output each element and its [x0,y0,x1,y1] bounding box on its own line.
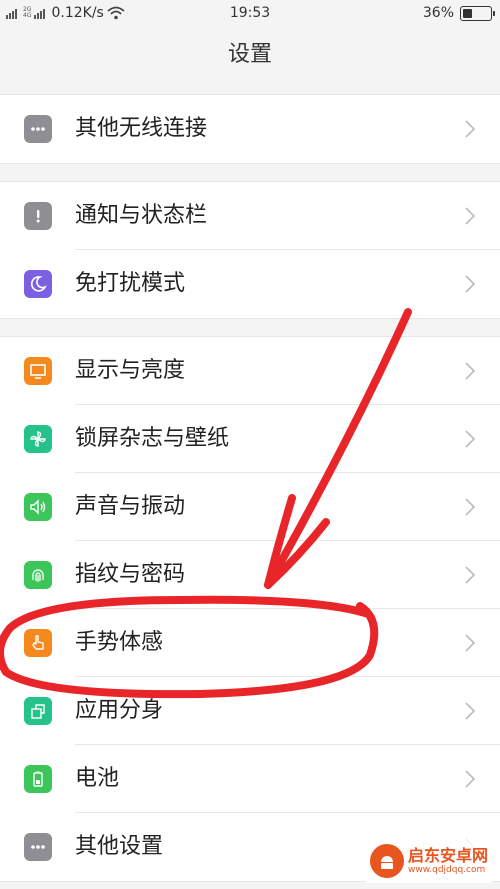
watermark-logo [369,844,404,878]
settings-item-label: 手势体感 [75,630,164,655]
page-title: 设置 [227,42,272,67]
settings-item-battery[interactable]: 电池 [0,745,500,813]
chevron-right-icon [465,275,476,293]
android-icon [380,856,393,869]
settings-item-fingerprint[interactable]: 指纹与密码 [0,541,500,609]
chevron-right-icon [465,120,476,138]
settings-item-label: 免打扰模式 [75,271,186,296]
more-dots-icon [24,115,52,143]
settings-item-display[interactable]: 显示与亮度 [0,337,500,405]
chevron-right-icon [465,430,476,448]
watermark: 启东安卓网 www.qdjdqq.com [363,839,494,883]
settings-item-gestures[interactable]: 手势体感 [0,609,500,677]
chevron-right-icon [465,207,476,225]
settings-item-label: 通知与状态栏 [75,203,208,228]
fingerprint-icon [24,561,52,589]
moon-icon [24,270,52,298]
settings-group-connections: 其他无线连接 [0,94,500,164]
watermark-text: 启东安卓网 www.qdjdqq.com [407,845,488,876]
pinwheel-icon [24,425,52,453]
settings-item-sound[interactable]: 声音与振动 [0,473,500,541]
settings-item-label: 其他无线连接 [75,116,208,141]
settings-group-device: 显示与亮度 锁屏杂志与壁纸 声音与振动 指纹与密码 手势体感 应用分身 电池 其… [0,336,500,882]
chevron-right-icon [465,362,476,380]
speaker-icon [24,493,52,521]
chevron-right-icon [465,634,476,652]
settings-item-label: 电池 [75,766,120,791]
settings-group-notifications: 通知与状态栏 免打扰模式 [0,181,500,319]
chevron-right-icon [465,498,476,516]
display-icon [24,357,52,385]
settings-item-label: 指纹与密码 [75,562,186,587]
settings-item-label: 显示与亮度 [75,358,186,383]
chevron-right-icon [465,702,476,720]
settings-item-notifications[interactable]: 通知与状态栏 [0,182,500,250]
battery-percent: 36% [422,5,454,21]
settings-item-label: 声音与振动 [75,494,186,519]
chevron-right-icon [465,770,476,788]
status-bar: 2G 4G 0.12K/s 19:53 36% [0,0,500,28]
settings-item-label: 应用分身 [75,698,164,723]
chevron-right-icon [465,566,476,584]
settings-item-other-wireless[interactable]: 其他无线连接 [0,95,500,163]
exclamation-icon [24,202,52,230]
settings-item-app-clone[interactable]: 应用分身 [0,677,500,745]
hand-gesture-icon [24,629,52,657]
battery-icon [460,5,495,21]
battery-level [463,8,472,18]
settings-item-label: 其他设置 [75,834,164,859]
settings-item-do-not-disturb[interactable]: 免打扰模式 [0,250,500,318]
settings-item-lockscreen[interactable]: 锁屏杂志与壁纸 [0,405,500,473]
watermark-title: 启东安卓网 [407,845,488,865]
more-dots-icon [24,833,52,861]
battery-icon [24,765,52,793]
settings-item-label: 锁屏杂志与壁纸 [75,426,230,451]
status-right: 36% [422,5,495,21]
watermark-url: www.qdjdqq.com [407,864,486,875]
app-clone-icon [24,697,52,725]
